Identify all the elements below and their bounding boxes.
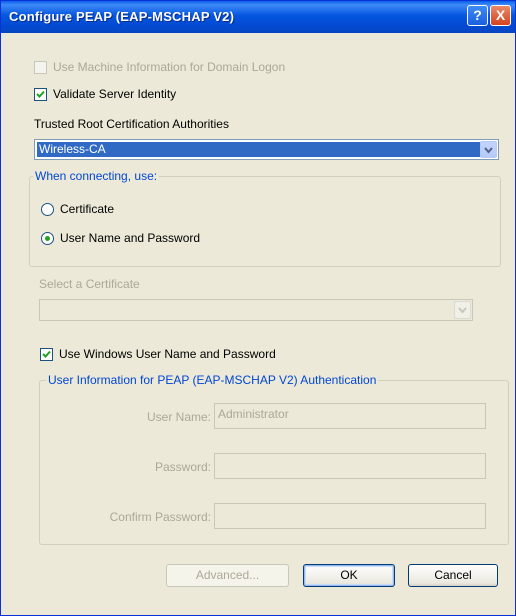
chevron-down-icon <box>458 307 467 314</box>
trusted-ca-dropdown-button[interactable] <box>480 141 497 158</box>
confirm-password-label: Confirm Password: <box>109 510 211 524</box>
title-bar[interactable]: Configure PEAP (EAP-MSCHAP V2) ? X <box>1 1 515 33</box>
use-windows-credentials-checkbox[interactable] <box>40 348 53 361</box>
password-label: Password: <box>154 460 211 474</box>
trusted-ca-select[interactable]: Wireless-CA <box>34 139 499 160</box>
chevron-down-icon <box>484 147 493 154</box>
password-field[interactable] <box>214 453 486 479</box>
checkmark-icon <box>36 90 45 98</box>
username-field[interactable]: Administrator <box>214 403 486 429</box>
password-radio-label: User Name and Password <box>60 231 201 245</box>
window-title: Configure PEAP (EAP-MSCHAP V2) <box>9 9 235 24</box>
username-label: User Name: <box>146 410 211 424</box>
certificate-radio-label: Certificate <box>60 202 115 216</box>
trusted-ca-label: Trusted Root Certification Authorities <box>34 117 229 131</box>
radio-selected-dot <box>45 236 50 241</box>
peap-config-dialog: Configure PEAP (EAP-MSCHAP V2) ? X Use M… <box>0 0 516 616</box>
connect-method-group <box>29 176 501 267</box>
close-icon: X <box>495 7 506 23</box>
advanced-button[interactable]: Advanced... <box>166 564 289 587</box>
confirm-password-field[interactable] <box>214 503 486 529</box>
cancel-button[interactable]: Cancel <box>408 564 498 587</box>
certificate-dropdown-button[interactable] <box>454 301 471 319</box>
user-info-legend: User Information for PEAP (EAP-MSCHAP V2… <box>46 373 379 387</box>
checkmark-icon <box>42 350 51 358</box>
trusted-ca-selected: Wireless-CA <box>37 142 496 157</box>
machine-info-checkbox[interactable] <box>34 61 47 74</box>
validate-server-checkbox[interactable] <box>34 88 47 101</box>
certificate-radio[interactable] <box>41 203 54 216</box>
ok-button[interactable]: OK <box>303 564 395 587</box>
help-button[interactable]: ? <box>467 5 488 26</box>
machine-info-label: Use Machine Information for Domain Logon <box>53 60 286 74</box>
certificate-select[interactable] <box>39 299 473 321</box>
help-icon: ? <box>473 7 482 23</box>
validate-server-label: Validate Server Identity <box>53 87 177 101</box>
use-windows-credentials-label: Use Windows User Name and Password <box>59 347 276 361</box>
select-certificate-label: Select a Certificate <box>39 277 140 291</box>
connect-method-legend: When connecting, use: <box>33 169 160 183</box>
password-radio[interactable] <box>41 232 54 245</box>
close-button[interactable]: X <box>490 5 511 26</box>
